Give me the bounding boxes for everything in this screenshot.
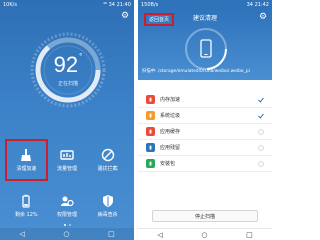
block-icon xyxy=(101,148,115,162)
nav-bar: ◁ ○ □ xyxy=(138,228,272,240)
list-item[interactable]: ▮ 安装包 xyxy=(138,156,272,172)
list-item-label: 系统垃圾 xyxy=(160,113,181,119)
back-icon[interactable]: ◁ xyxy=(19,230,24,238)
tile-label: 权限管理 xyxy=(56,212,77,218)
left-screen: 10K/s ⁴⁶ 34 21:40 ⚙ 92° 正在扫描 清理加速 流量管理 骚… xyxy=(0,0,134,240)
recents-icon[interactable]: □ xyxy=(108,230,115,238)
loading-icon[interactable] xyxy=(258,129,264,135)
check-icon[interactable] xyxy=(258,113,264,119)
nav-bar: ◁ ○ □ xyxy=(0,228,134,240)
scan-animation xyxy=(184,27,228,71)
net-speed: 150B/s xyxy=(141,2,159,8)
tool-grid: 清理加速 流量管理 骚扰拦截 剩余 12% 权限管理 病毒查杀 xyxy=(5,139,128,226)
gear-icon[interactable]: ⚙ xyxy=(258,12,268,22)
phone-scan-icon xyxy=(185,28,227,70)
scan-path: 扫描中: /storage/emulated/0/sina/weibo/.wei… xyxy=(142,69,250,74)
list-item[interactable]: ▮ 内存加速 xyxy=(138,92,272,108)
battery-icon xyxy=(19,194,33,208)
tile-label: 剩余 12% xyxy=(14,212,38,218)
tile-harass-block[interactable]: 骚扰拦截 xyxy=(87,140,128,180)
status-bar: 10K/s ⁴⁶ 34 21:40 xyxy=(0,0,134,10)
shield-icon xyxy=(101,194,115,208)
trash-icon: ▮ xyxy=(146,111,155,120)
loading-icon[interactable] xyxy=(258,145,264,151)
score-status: 正在扫描 xyxy=(57,81,78,87)
page-indicator xyxy=(0,224,134,226)
page-title: 建议清理 xyxy=(192,15,217,22)
net-speed: 10K/s xyxy=(3,2,17,8)
score-gauge: 92° 正在扫描 xyxy=(28,30,108,110)
tile-label: 骚扰拦截 xyxy=(97,166,118,172)
list-item-label: 应用缓存 xyxy=(160,129,181,135)
tile-label: 流量管理 xyxy=(56,166,77,172)
list-item-label: 应用残留 xyxy=(160,145,181,151)
memory-icon: ▮ xyxy=(146,95,155,104)
tile-clean-speedup[interactable]: 清理加速 xyxy=(5,139,48,181)
permission-icon xyxy=(60,194,74,208)
list-item[interactable]: ▮ 应用残留 xyxy=(138,140,272,156)
tile-label: 病毒查杀 xyxy=(97,212,118,218)
traffic-icon xyxy=(60,148,74,162)
home-icon[interactable]: ○ xyxy=(201,231,207,239)
gear-icon[interactable]: ⚙ xyxy=(120,11,130,21)
check-icon[interactable] xyxy=(258,97,264,103)
tile-permission[interactable]: 权限管理 xyxy=(47,186,88,226)
status-bar: 150B/s 34 21:42 xyxy=(138,0,272,10)
home-icon[interactable]: ○ xyxy=(63,230,69,238)
status-right: ⁴⁶ 34 21:40 xyxy=(103,2,131,8)
tile-label: 清理加速 xyxy=(16,166,37,172)
residue-icon: ▮ xyxy=(146,143,155,152)
stop-scan-button[interactable]: 停止扫描 xyxy=(152,210,258,222)
status-right: 34 21:42 xyxy=(246,2,269,8)
list-item-label: 内存加速 xyxy=(160,97,181,103)
broom-icon xyxy=(19,148,33,162)
clean-list: ▮ 内存加速 ▮ 系统垃圾 ▮ 应用缓存 ▮ 应用残留 ▮ 安装包 xyxy=(138,92,272,172)
tile-traffic[interactable]: 流量管理 xyxy=(47,140,88,180)
package-icon: ▮ xyxy=(146,159,155,168)
tile-battery[interactable]: 剩余 12% xyxy=(6,186,47,226)
recents-icon[interactable]: □ xyxy=(246,231,253,239)
page-dot xyxy=(63,224,66,226)
score-value: 92° xyxy=(53,52,83,77)
right-screen: 150B/s 34 21:42 返回首页 建议清理 ⚙ 扫描中: /storag… xyxy=(138,0,272,240)
cache-icon: ▮ xyxy=(146,127,155,136)
back-icon[interactable]: ◁ xyxy=(157,231,162,239)
tile-virus-scan[interactable]: 病毒查杀 xyxy=(87,186,128,226)
page-dot xyxy=(68,224,71,226)
loading-icon[interactable] xyxy=(258,161,264,167)
list-item-label: 安装包 xyxy=(160,161,176,167)
list-item[interactable]: ▮ 系统垃圾 xyxy=(138,108,272,124)
list-item[interactable]: ▮ 应用缓存 xyxy=(138,124,272,140)
